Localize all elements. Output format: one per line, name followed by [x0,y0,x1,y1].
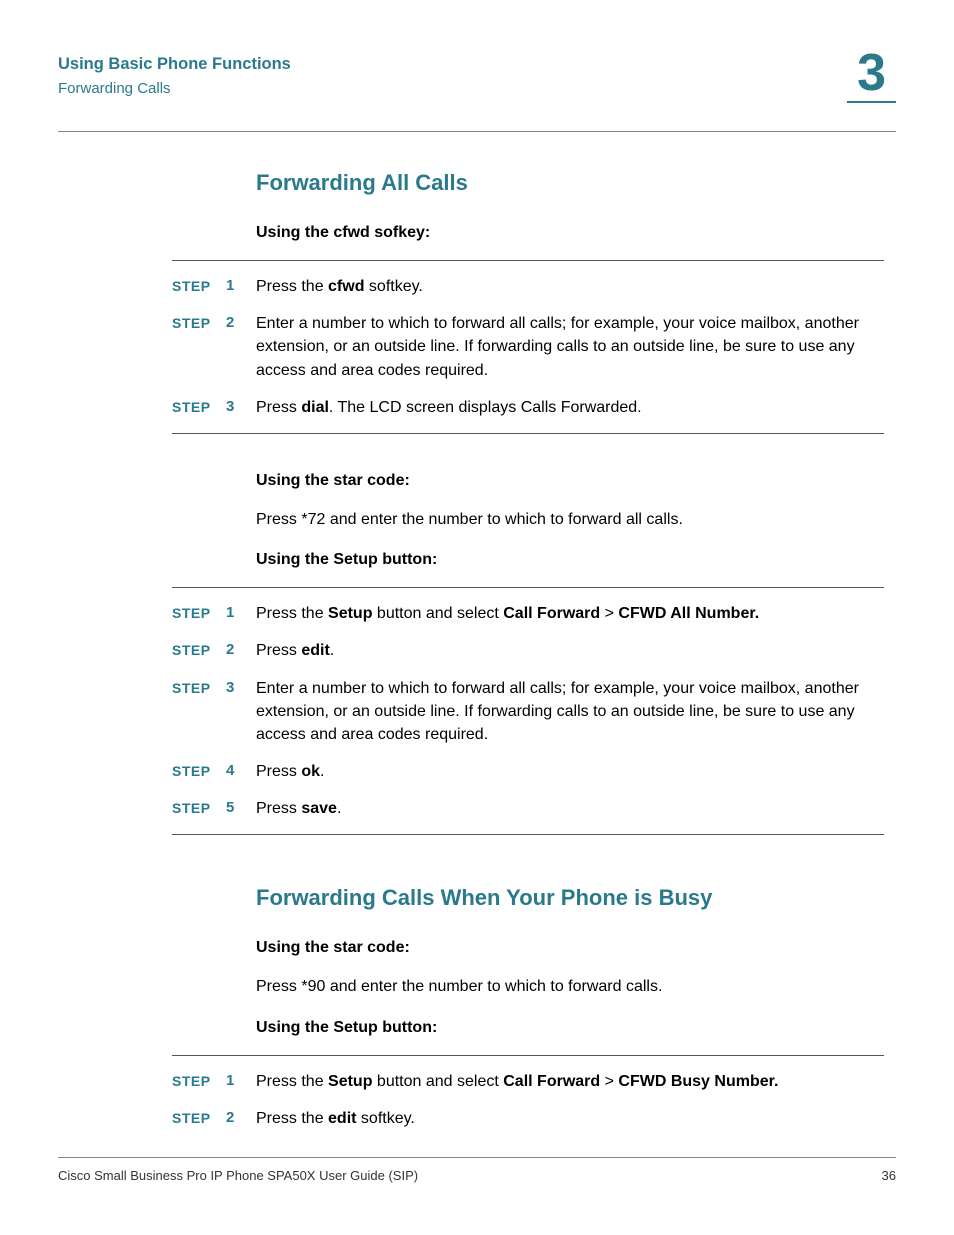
step-label: STEP [172,312,226,333]
step-body: Press the Setup button and select Call F… [256,602,884,625]
page-footer: Cisco Small Business Pro IP Phone SPA50X… [58,1157,896,1183]
divider [172,834,884,835]
step-row: STEP2Press the edit softkey. [172,1107,884,1130]
step-row: STEP1Press the cfwd softkey. [172,275,884,298]
step-row: STEP5Press save. [172,797,884,820]
step-label: STEP [172,275,226,296]
steps-list-cfwd: STEP1Press the cfwd softkey.STEP2Enter a… [172,275,884,419]
step-number: 1 [226,602,256,624]
steps-list-setup-all: STEP1Press the Setup button and select C… [172,602,884,820]
step-label: STEP [172,1070,226,1091]
step-label: STEP [172,396,226,417]
subheading-star-code-all: Using the star code: [256,472,884,490]
divider [172,433,884,434]
chapter-title: Using Basic Phone Functions [58,55,291,74]
section-heading-forwarding-busy: Forwarding Calls When Your Phone is Busy [256,885,884,911]
step-body: Press the Setup button and select Call F… [256,1070,884,1093]
subheading-setup-busy: Using the Setup button: [256,1019,884,1037]
body-star-code-all: Press *72 and enter the number to which … [256,508,884,531]
chapter-number-box: 3 [847,47,896,103]
step-row: STEP1Press the Setup button and select C… [172,1070,884,1093]
step-body: Press save. [256,797,884,820]
subheading-star-code-busy: Using the star code: [256,939,884,957]
step-row: STEP2Enter a number to which to forward … [172,312,884,382]
section-heading-forwarding-all: Forwarding All Calls [256,170,884,196]
step-number: 1 [226,1070,256,1092]
step-label: STEP [172,760,226,781]
footer-title: Cisco Small Business Pro IP Phone SPA50X… [58,1168,418,1183]
step-row: STEP4Press ok. [172,760,884,783]
step-label: STEP [172,677,226,698]
step-row: STEP3Enter a number to which to forward … [172,677,884,747]
breadcrumb: Forwarding Calls [58,80,291,97]
footer-rule [58,1157,896,1158]
body-star-code-busy: Press *90 and enter the number to which … [256,975,884,998]
step-number: 3 [226,677,256,699]
step-row: STEP2Press edit. [172,639,884,662]
page-header: Using Basic Phone Functions Forwarding C… [58,55,896,103]
step-body: Press ok. [256,760,884,783]
step-number: 3 [226,396,256,418]
divider [172,587,884,588]
step-label: STEP [172,1107,226,1128]
step-body: Press the edit softkey. [256,1107,884,1130]
subheading-cfwd-softkey: Using the cfwd sofkey: [256,224,884,242]
step-label: STEP [172,602,226,623]
chapter-number: 3 [857,47,886,99]
divider [172,1055,884,1056]
step-label: STEP [172,797,226,818]
step-number: 4 [226,760,256,782]
step-row: STEP3Press dial. The LCD screen displays… [172,396,884,419]
step-label: STEP [172,639,226,660]
step-number: 1 [226,275,256,297]
step-body: Enter a number to which to forward all c… [256,677,884,747]
step-number: 2 [226,1107,256,1129]
step-number: 5 [226,797,256,819]
step-body: Press edit. [256,639,884,662]
step-number: 2 [226,312,256,334]
step-body: Press dial. The LCD screen displays Call… [256,396,884,419]
step-body: Enter a number to which to forward all c… [256,312,884,382]
page-number: 36 [882,1168,896,1183]
step-number: 2 [226,639,256,661]
subheading-setup-all: Using the Setup button: [256,551,884,569]
step-body: Press the cfwd softkey. [256,275,884,298]
divider [172,260,884,261]
steps-list-setup-busy: STEP1Press the Setup button and select C… [172,1070,884,1130]
step-row: STEP1Press the Setup button and select C… [172,602,884,625]
